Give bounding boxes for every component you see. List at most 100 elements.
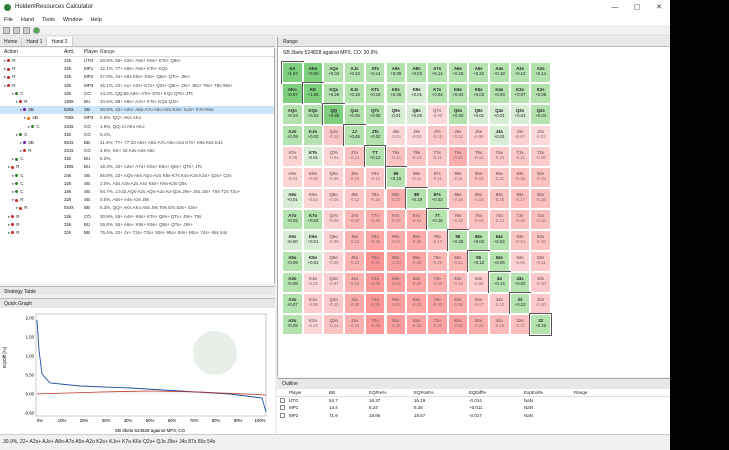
hand-cell[interactable]: K9s +0.05 xyxy=(385,83,407,104)
hand-cell[interactable]: QJs +0.05 xyxy=(344,104,365,125)
open-folder-icon[interactable] xyxy=(13,26,20,34)
tree-row[interactable]: ▸ R 32k BB 75.4%, 22+ Jx+ T2s+ T3o+ 92s+ 95o… xyxy=(0,229,274,237)
tab-hand-1[interactable]: Hand 1 xyxy=(22,37,48,46)
hand-cell[interactable]: 94s -0.11 xyxy=(489,167,510,188)
hand-cell[interactable]: AJs +0.24 xyxy=(344,62,365,83)
hand-cell[interactable]: KQo +0.02 xyxy=(302,104,324,125)
hand-cell[interactable]: ATo -0.05 xyxy=(282,146,303,167)
outline-col-header[interactable]: Range xyxy=(574,390,614,395)
hand-cell[interactable]: 72o -0.32 xyxy=(426,314,448,335)
hand-cell[interactable]: ATs +0.14 xyxy=(364,62,386,83)
hand-cell[interactable]: A9s +0.06 xyxy=(385,62,407,83)
hand-cell[interactable]: 54o -0.08 xyxy=(468,272,489,293)
tree-row[interactable]: ▸ C 24k SB 65.8%, 22+ AQs-A6s AQo-A2o K8s-K7… xyxy=(0,172,274,180)
hand-cell[interactable]: T5s -0.12 xyxy=(468,146,489,167)
tree-row[interactable]: ▸ R 32k MP3 45.1%, 22+ Ax+ A2s+ K7o+ Q2s+ Q8… xyxy=(0,82,274,90)
hand-cell[interactable]: QTo -0.04 xyxy=(323,146,345,167)
expand-chevron-icon[interactable]: ▸ xyxy=(12,197,14,202)
hand-cell[interactable]: K4s +0.03 xyxy=(489,83,510,104)
hand-cell[interactable]: J6s -0.12 xyxy=(447,125,469,146)
hand-cell[interactable]: A5s +0.22 xyxy=(468,62,489,83)
hand-cell[interactable]: T7s -0.11 xyxy=(426,146,448,167)
hand-cell[interactable]: 99 +0.16 xyxy=(384,166,408,189)
hand-cell[interactable]: A3s +0.13 xyxy=(509,62,531,83)
expand-chevron-icon[interactable]: ▸ xyxy=(4,83,6,88)
hand-cell[interactable]: 93o -0.34 xyxy=(385,293,407,314)
hand-cell[interactable]: JTo -0.14 xyxy=(344,146,365,167)
hand-cell[interactable]: 63o -0.28 xyxy=(447,293,469,314)
expand-chevron-icon[interactable]: ▸ xyxy=(8,164,10,169)
expand-chevron-icon[interactable]: ▸ xyxy=(24,115,26,120)
hand-cell[interactable]: AKo +0.67 xyxy=(282,83,303,104)
outline-row[interactable]: UTG 54.7 16.37 16.19 -0.014 NaN xyxy=(277,397,670,405)
hand-cell[interactable]: KQs +0.28 xyxy=(323,83,345,104)
hand-cell[interactable]: Q8s +0.00 xyxy=(406,104,427,125)
expand-chevron-icon[interactable]: ▸ xyxy=(8,222,10,227)
hand-cell[interactable]: T6s -0.26 xyxy=(447,146,469,167)
expand-chevron-icon[interactable]: ▸ xyxy=(20,107,22,112)
hand-cell[interactable]: J8s -0.02 xyxy=(406,125,427,146)
hand-cell[interactable]: 83s -0.17 xyxy=(509,188,531,209)
hand-cell[interactable]: 65o -0.21 xyxy=(447,251,469,272)
col-action[interactable]: Action xyxy=(0,49,64,55)
tree-row[interactable]: ▸ R 32k CO 30.8%, 55+ A4s+ K6s+ KTo+ Q8s+ QT… xyxy=(0,213,274,221)
outline-tab[interactable]: Outline xyxy=(277,379,670,389)
hand-cell[interactable]: Q7o -0.06 xyxy=(323,209,345,230)
tab-home[interactable]: Home xyxy=(0,37,23,46)
expand-chevron-icon[interactable]: ▸ xyxy=(16,205,18,210)
hand-cell[interactable]: A7o +0.02 xyxy=(282,209,303,230)
row-checkbox[interactable] xyxy=(280,397,285,403)
tree-row[interactable]: ▸ R 32k MP1 12.1%, 77+ A8s+ A9o+ KTs+ KQo xyxy=(0,65,274,73)
hand-cell[interactable]: K4o -0.02 xyxy=(302,272,324,293)
tree-row[interactable]: ▸ C 16k SB 94.7%, JJ-22 AQs-A2s AQo-A2o Kx-Q… xyxy=(0,188,274,196)
hand-cell[interactable]: 87s +0.02 xyxy=(426,188,448,209)
hand-cell[interactable]: QJo -0.12 xyxy=(323,125,345,146)
hand-cell[interactable]: J3o -0.28 xyxy=(344,293,365,314)
hand-cell[interactable]: T2s -0.09 xyxy=(530,146,552,167)
expand-chevron-icon[interactable]: ▸ xyxy=(8,214,10,219)
tree-row[interactable]: ▸ R 32k BU 26.8%, 55+ A6s+ K8s+ K9o+ Q8s+ QT… xyxy=(0,221,274,229)
save-icon[interactable] xyxy=(23,26,30,34)
hand-cell[interactable]: 96s -0.11 xyxy=(447,167,469,188)
hand-cell[interactable]: 53o -0.17 xyxy=(468,293,489,314)
expand-chevron-icon[interactable]: ▸ xyxy=(20,148,22,153)
hand-cell[interactable]: T5o -0.41 xyxy=(364,251,386,272)
hand-cell[interactable]: A4s +0.18 xyxy=(489,62,510,83)
hand-cell[interactable]: T3s -0.11 xyxy=(509,146,531,167)
hand-cell[interactable]: Q6s +0.03 xyxy=(447,104,469,125)
row-checkbox[interactable] xyxy=(280,405,285,411)
hand-cell[interactable]: 86s -0.15 xyxy=(447,188,469,209)
row-checkbox[interactable] xyxy=(280,412,285,418)
hand-cell[interactable]: 74s -0.13 xyxy=(489,209,510,230)
hand-cell[interactable]: K8s +0.01 xyxy=(406,83,427,104)
expand-chevron-icon[interactable]: ▸ xyxy=(12,156,14,161)
outline-col-header[interactable]: ExpExit% xyxy=(524,390,574,395)
hand-cell[interactable]: 55 +0.13 xyxy=(467,250,490,273)
hand-cell[interactable]: 82o -0.32 xyxy=(406,314,427,335)
tab-hand-2[interactable]: Hand 2 xyxy=(47,37,73,46)
hand-cell[interactable]: K3s +0.07 xyxy=(509,83,531,104)
hand-cell[interactable]: 85s -0.15 xyxy=(468,188,489,209)
minimize-button[interactable]: — xyxy=(604,0,626,14)
col-player[interactable]: Player xyxy=(84,49,100,55)
hand-cell[interactable]: 88 +0.19 xyxy=(405,187,428,210)
hand-cell[interactable]: 98s -0.11 xyxy=(406,167,427,188)
new-file-icon[interactable] xyxy=(3,26,10,34)
hand-cell[interactable]: 83o -0.32 xyxy=(406,293,427,314)
hand-cell[interactable]: K2s +0.08 xyxy=(530,83,552,104)
col-amount[interactable]: Amt. xyxy=(64,49,84,55)
menu-file[interactable]: File xyxy=(4,17,13,23)
hand-cell[interactable]: T3o -0.39 xyxy=(364,293,386,314)
hand-cell[interactable]: 95o -0.33 xyxy=(385,251,407,272)
hand-cell[interactable]: T8s -0.13 xyxy=(406,146,427,167)
hand-cell[interactable]: 62o -0.32 xyxy=(447,314,469,335)
hand-cell[interactable]: 92o -0.35 xyxy=(385,314,407,335)
hand-cell[interactable]: A5o +0.05 xyxy=(282,251,303,272)
hand-cell[interactable]: 32s -0.10 xyxy=(530,293,552,314)
hand-cell[interactable]: K5s +0.03 xyxy=(468,83,489,104)
hand-cell[interactable]: J9o -0.15 xyxy=(344,167,365,188)
tree-row[interactable]: ▸ R 32k UTG 20.8%, 55+ A2s+ A9o+ K9s+ KTo+ Q… xyxy=(0,57,274,65)
hand-cell[interactable]: 84s -0.15 xyxy=(489,188,510,209)
hand-cell[interactable]: 73o -0.32 xyxy=(426,293,448,314)
outline-row[interactable]: MP2 71.9 18.85 18.57 -0.017 NaN xyxy=(277,412,670,420)
